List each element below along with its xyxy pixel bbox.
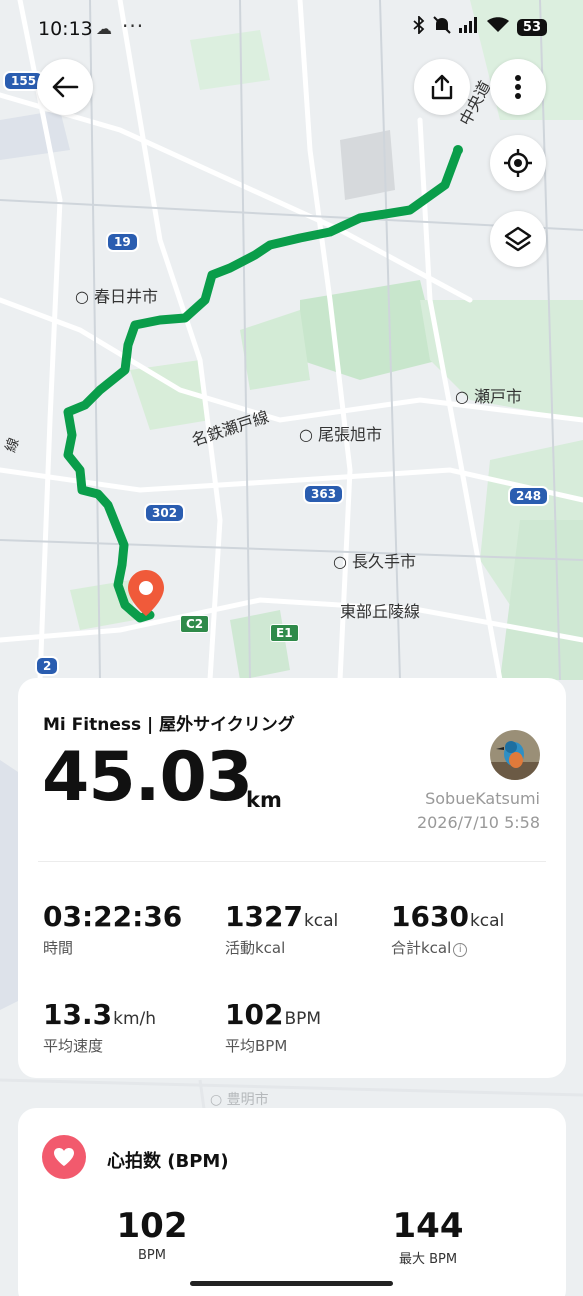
battery-icon: 53 [516,19,547,36]
hr-max: 144 最大 BPM [392,1206,464,1267]
signal-icon [458,17,479,38]
expressway-shield-c2: C2 [180,615,210,633]
stat-avg-bpm: 102BPM 平均BPM [225,998,322,1055]
share-button[interactable] [414,59,470,115]
distance-value: 45.03 [42,738,253,817]
route-shield-363: 363 [303,484,345,504]
share-icon [431,74,453,100]
user-name: SobueKatsumi [425,789,540,808]
avatar[interactable] [490,730,540,780]
workout-title: Mi Fitness | 屋外サイクリング [43,715,295,735]
route-shield-302: 302 [144,503,186,523]
locate-icon [504,149,532,177]
info-icon[interactable]: i [453,943,468,957]
route-map[interactable]: ○ 春日井市 ○ 瀬戸市 ○ 尾張旭市 名鉄瀬戸線 ○ 長久手市 東部丘陵線 中… [0,0,583,1296]
back-arrow-icon [52,76,79,98]
route-shield-248: 248 [508,486,550,506]
workout-date: 2026/7/10 5:58 [416,813,540,832]
stat-active-kcal: 1327kcal 活動kcal [225,900,339,957]
map-label-tobu-kyuryo-line: 東部丘陵線 [340,602,421,621]
more-vert-icon [515,75,521,99]
mute-icon [433,16,451,39]
status-time: 10:13 [38,18,93,40]
cloud-icon: ☁ [96,19,112,38]
wifi-icon [486,17,509,38]
home-indicator[interactable] [190,1281,393,1286]
workout-summary-card: Mi Fitness | 屋外サイクリング 45.03 km SobueKats… [18,678,566,1078]
expressway-shield-e1: E1 [270,624,299,642]
map-canvas[interactable] [0,0,583,1296]
map-label-toyoake: ○ 豊明市 [210,1092,269,1108]
back-button[interactable] [37,59,93,115]
end-location-marker-icon [128,570,164,618]
heart-rate-card[interactable]: 心拍数 (BPM) 102 BPM 144 最大 BPM [18,1108,566,1296]
heart-icon [42,1135,86,1179]
more-dots-icon: ··· [122,14,145,38]
map-label-nagakute: ○ 長久手市 [333,552,417,571]
more-options-button[interactable] [490,59,546,115]
distance-unit: km [246,788,282,812]
layers-icon [504,226,532,252]
status-bar: 10:13 ☁ ··· 53 [0,0,583,58]
stat-total-kcal: 1630kcal 合計kcal i [391,900,505,957]
stat-duration: 03:22:36 時間 [43,900,183,957]
heart-rate-title: 心拍数 (BPM) [107,1151,229,1172]
layers-button[interactable] [490,211,546,267]
route-shield-2: 2 [35,656,60,676]
map-label-kasugai: ○ 春日井市 [75,287,159,306]
route-shield-19: 19 [106,232,139,252]
bluetooth-icon [413,14,425,39]
map-label-owariasahi: ○ 尾張旭市 [299,425,383,444]
locate-button[interactable] [490,135,546,191]
hr-average: 102 BPM [116,1206,188,1263]
map-label-seto: ○ 瀬戸市 [455,387,523,406]
divider [38,861,546,862]
stat-avg-speed: 13.3km/h 平均速度 [43,998,157,1055]
